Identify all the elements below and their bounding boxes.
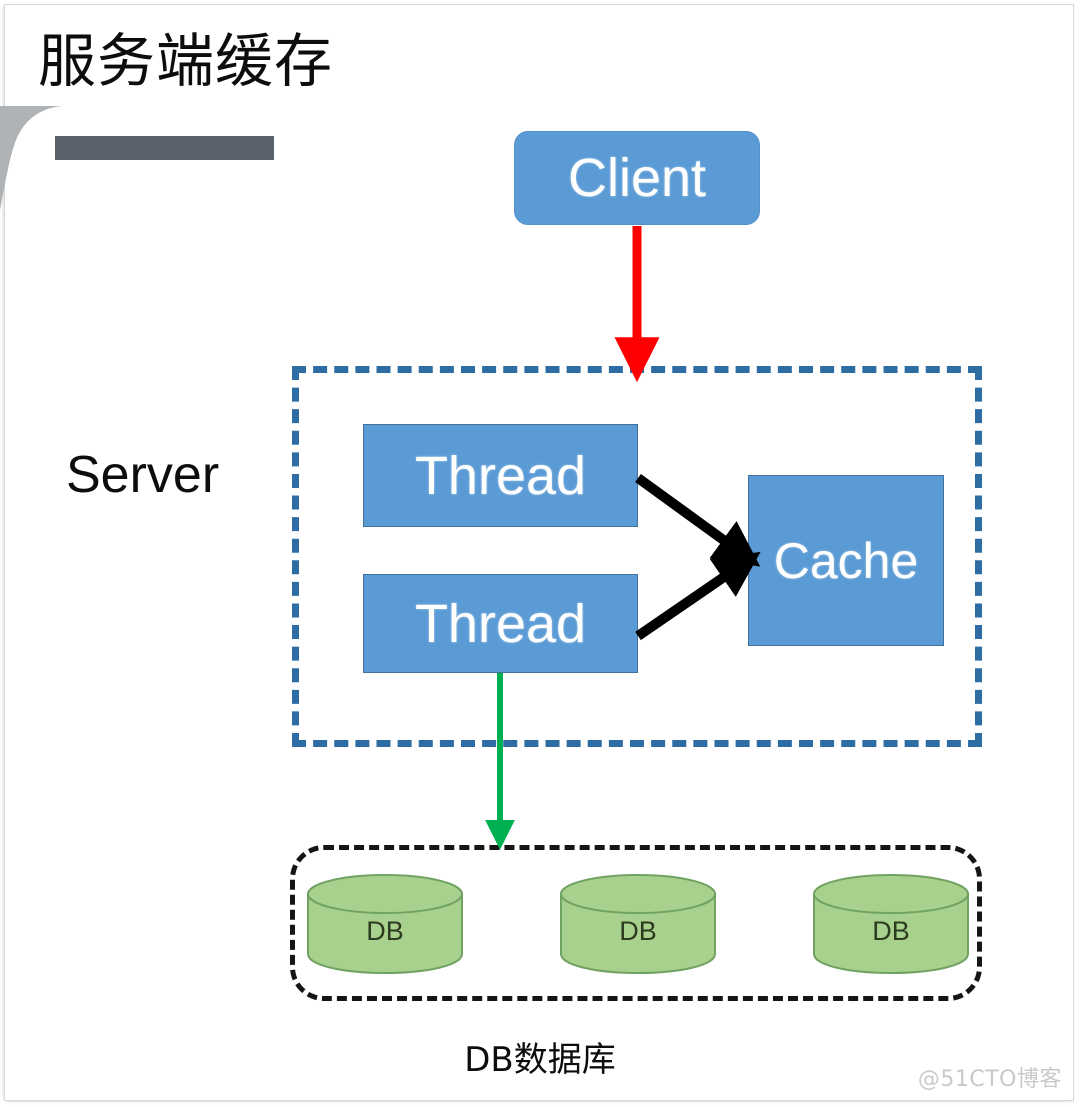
node-thread-1-label: Thread [414, 445, 587, 506]
node-client[interactable]: Client [514, 131, 760, 225]
page-title: 服务端缓存 [38, 27, 334, 95]
database-cylinder-icon [813, 874, 969, 975]
node-cache[interactable]: Cache [748, 475, 944, 646]
server-label: Server [66, 446, 220, 504]
slide-canvas: 服务端缓存 Client Server Thread Thread Cache … [0, 0, 1080, 1107]
database-cylinder-icon [560, 874, 716, 975]
node-cache-label: Cache [773, 532, 919, 589]
node-thread-1[interactable]: Thread [363, 424, 638, 527]
node-client-label: Client [567, 148, 707, 208]
node-thread-2[interactable]: Thread [363, 574, 638, 673]
banner-swoosh-icon [0, 106, 62, 210]
watermark: @51CTO博客 [917, 1067, 1062, 1092]
node-thread-2-label: Thread [414, 593, 587, 654]
node-database-3[interactable]: DB [813, 873, 969, 975]
node-database-2[interactable]: DB [560, 873, 716, 975]
title-underline-bar [55, 136, 274, 160]
node-database-1[interactable]: DB [307, 873, 463, 975]
database-cylinder-icon [307, 874, 463, 975]
